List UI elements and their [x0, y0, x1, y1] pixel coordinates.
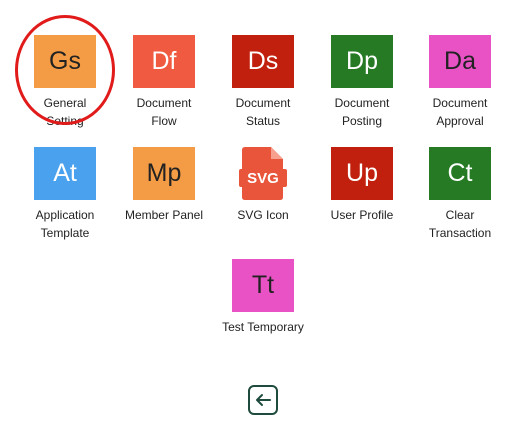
module-icon-ct: Ct	[429, 147, 491, 200]
module-icon-at: At	[34, 147, 96, 200]
module-grid: Gs General Setting Df Document Flow Ds D…	[0, 0, 521, 422]
module-label: User Profile	[330, 208, 394, 222]
module-label: General Setting	[43, 96, 87, 128]
module-tile-clear-transaction[interactable]: Ct Clear Transaction	[410, 147, 510, 242]
module-icon-up: Up	[331, 147, 393, 200]
arrow-left-icon	[256, 394, 271, 406]
module-label: Member Panel	[124, 208, 204, 222]
module-label: Test Temporary	[222, 320, 304, 334]
module-icon-gs: Gs	[34, 35, 96, 88]
module-tile-document-approval[interactable]: Da Document Approval	[410, 35, 510, 130]
module-icon-dp: Dp	[331, 35, 393, 88]
module-tile-member-panel[interactable]: Mp Member Panel	[114, 147, 214, 224]
module-tile-document-flow[interactable]: Df Document Flow	[114, 35, 214, 130]
svg-file-icon-text: SVG	[247, 170, 279, 187]
module-tile-svg-icon[interactable]: SVG SVG Icon	[213, 147, 313, 224]
back-button[interactable]	[248, 385, 278, 415]
module-label: Application Template	[35, 208, 95, 240]
module-label: Document Approval	[432, 96, 488, 128]
svg-file-icon: SVG	[232, 147, 294, 200]
module-icon-ds: Ds	[232, 35, 294, 88]
module-tile-user-profile[interactable]: Up User Profile	[312, 147, 412, 224]
module-icon-tt: Tt	[232, 259, 294, 312]
module-tile-document-status[interactable]: Ds Document Status	[213, 35, 313, 130]
module-icon-da: Da	[429, 35, 491, 88]
module-tile-application-template[interactable]: At Application Template	[15, 147, 115, 242]
module-tile-document-posting[interactable]: Dp Document Posting	[312, 35, 412, 130]
module-label: Clear Transaction	[428, 208, 492, 240]
module-tile-test-temporary[interactable]: Tt Test Temporary	[213, 259, 313, 336]
module-label: SVG Icon	[237, 208, 289, 222]
module-tile-general-setting[interactable]: Gs General Setting	[15, 35, 115, 130]
module-label: Document Posting	[334, 96, 390, 128]
module-label: Document Flow	[136, 96, 192, 128]
module-label: Document Status	[235, 96, 291, 128]
module-icon-df: Df	[133, 35, 195, 88]
module-icon-mp: Mp	[133, 147, 195, 200]
